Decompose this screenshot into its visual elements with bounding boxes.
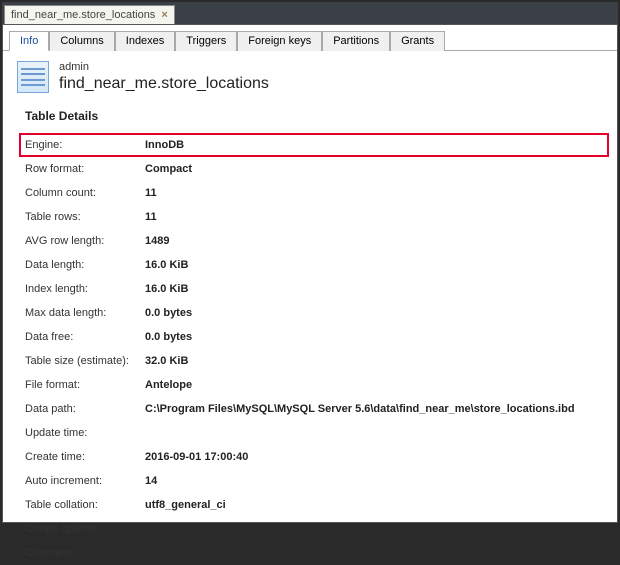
window: find_near_me.store_locations × InfoColum… [0,0,620,525]
tab-foreign-keys[interactable]: Foreign keys [237,31,322,51]
detail-value: C:\Program Files\MySQL\MySQL Server 5.6\… [145,403,603,415]
detail-label: Engine: [25,139,145,151]
detail-label: Data path: [25,403,145,415]
detail-value: 11 [145,211,603,223]
detail-row: Table collation:utf8_general_ci [19,493,609,517]
detail-value: 16.0 KiB [145,283,603,295]
detail-label: Create time: [25,451,145,463]
tab-triggers[interactable]: Triggers [175,31,237,51]
detail-value: 1489 [145,235,603,247]
detail-label: Index length: [25,283,145,295]
detail-row: Create options: [19,517,609,541]
detail-value: 0.0 bytes [145,307,603,319]
tab-indexes[interactable]: Indexes [115,31,176,51]
detail-row: Create time:2016-09-01 17:00:40 [19,445,609,469]
tab-info[interactable]: Info [9,31,49,51]
detail-row: Comment: [19,541,609,565]
detail-value [145,427,603,439]
detail-row: Max data length:0.0 bytes [19,301,609,325]
detail-row: AVG row length:1489 [19,229,609,253]
section-title: Table Details [3,99,617,133]
detail-row: Data path:C:\Program Files\MySQL\MySQL S… [19,397,609,421]
detail-row: Update time: [19,421,609,445]
page-title: find_near_me.store_locations [59,75,269,93]
table-icon [17,61,49,93]
detail-value [145,547,603,559]
detail-value: 16.0 KiB [145,259,603,271]
owner-label: admin [59,61,269,73]
detail-value: 2016-09-01 17:00:40 [145,451,603,463]
file-tab-bar: find_near_me.store_locations × [2,2,618,24]
header-row: admin find_near_me.store_locations [3,51,617,99]
detail-label: Data length: [25,259,145,271]
detail-value: 0.0 bytes [145,331,603,343]
tab-columns[interactable]: Columns [49,31,114,51]
detail-value: utf8_general_ci [145,499,603,511]
detail-row: File format:Antelope [19,373,609,397]
detail-label: Max data length: [25,307,145,319]
file-tab[interactable]: find_near_me.store_locations × [4,5,175,24]
detail-label: File format: [25,379,145,391]
detail-value: 11 [145,187,603,199]
detail-label: AVG row length: [25,235,145,247]
detail-label: Auto increment: [25,475,145,487]
detail-label: Row format: [25,163,145,175]
detail-row: Column count:11 [19,181,609,205]
detail-row: Engine:InnoDB [19,133,609,157]
details-list: Engine:InnoDBRow format:CompactColumn co… [3,133,617,565]
detail-row: Data length:16.0 KiB [19,253,609,277]
detail-value: Compact [145,163,603,175]
detail-label: Table size (estimate): [25,355,145,367]
detail-label: Table rows: [25,211,145,223]
detail-value: Antelope [145,379,603,391]
detail-row: Table rows:11 [19,205,609,229]
detail-label: Comment: [25,547,145,559]
header-text: admin find_near_me.store_locations [59,61,269,93]
detail-row: Row format:Compact [19,157,609,181]
close-icon[interactable]: × [161,9,167,21]
detail-row: Data free:0.0 bytes [19,325,609,349]
detail-label: Table collation: [25,499,145,511]
detail-row: Index length:16.0 KiB [19,277,609,301]
file-tab-label: find_near_me.store_locations [11,9,155,21]
detail-row: Auto increment:14 [19,469,609,493]
detail-value: 32.0 KiB [145,355,603,367]
detail-value: InnoDB [145,139,603,151]
content-panel: InfoColumnsIndexesTriggersForeign keysPa… [2,24,618,523]
detail-row: Table size (estimate):32.0 KiB [19,349,609,373]
tab-grants[interactable]: Grants [390,31,445,51]
detail-value: 14 [145,475,603,487]
detail-label: Column count: [25,187,145,199]
tab-partitions[interactable]: Partitions [322,31,390,51]
inner-tabs: InfoColumnsIndexesTriggersForeign keysPa… [3,25,617,51]
detail-label: Update time: [25,427,145,439]
detail-label: Data free: [25,331,145,343]
